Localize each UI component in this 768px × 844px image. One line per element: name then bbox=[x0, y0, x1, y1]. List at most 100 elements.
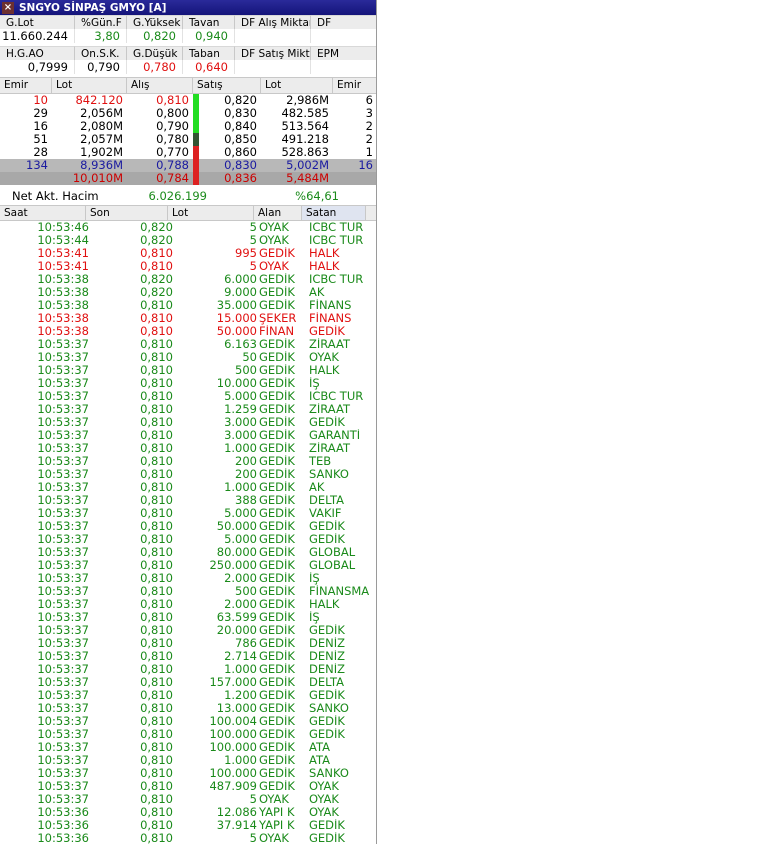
trade-row[interactable]: 10:53:37 0,810 5 OYAK OYAK bbox=[0, 793, 376, 806]
trade-row[interactable]: 10:53:37 0,810 3.000 GEDİK GARANTİ bbox=[0, 429, 376, 442]
trade-row[interactable]: 10:53:38 0,810 35.000 GEDİK FİNANS bbox=[0, 299, 376, 312]
trade-time-cell: 10:53:38 bbox=[37, 273, 89, 286]
trade-seller-cell: TEB bbox=[309, 455, 332, 468]
trade-row[interactable]: 10:53:36 0,810 5 OYAK GEDİK bbox=[0, 832, 376, 844]
trade-price-cell: 0,810 bbox=[140, 572, 173, 585]
trade-row[interactable]: 10:53:37 0,810 786 GEDİK DENİZ bbox=[0, 637, 376, 650]
trade-time-cell: 10:53:37 bbox=[37, 351, 89, 364]
trade-price-cell: 0,810 bbox=[140, 715, 173, 728]
depth-row[interactable]: 134 8,936M 0,788 0,830 5,002M 16 bbox=[0, 159, 376, 172]
depth-row[interactable]: 29 2,056M 0,800 0,830 482.585 3 bbox=[0, 107, 376, 120]
trade-row[interactable]: 10:53:36 0,810 12.086 YAPI K OYAK bbox=[0, 806, 376, 819]
trade-row[interactable]: 10:53:37 0,810 250.000 GEDİK GLOBAL bbox=[0, 559, 376, 572]
trade-lot-cell: 3.000 bbox=[224, 416, 257, 429]
trade-buyer-cell: GEDİK bbox=[259, 273, 295, 286]
depth-ask-cell: 0,836 bbox=[224, 172, 257, 185]
column-header-trade-lot[interactable]: Lot bbox=[168, 206, 254, 220]
column-header-alan[interactable]: Alan bbox=[254, 206, 302, 220]
trade-price-cell: 0,810 bbox=[140, 598, 173, 611]
depth-row[interactable]: 51 2,057M 0,780 0,850 491.218 2 bbox=[0, 133, 376, 146]
trade-row[interactable]: 10:53:37 0,810 20.000 GEDİK GEDİK bbox=[0, 624, 376, 637]
trade-row[interactable]: 10:53:37 0,810 487.909 GEDİK OYAK bbox=[0, 780, 376, 793]
column-header-satis[interactable]: Satış bbox=[193, 78, 261, 93]
trade-row[interactable]: 10:53:44 0,820 5 OYAK ICBC TUR bbox=[0, 234, 376, 247]
trade-row[interactable]: 10:53:37 0,810 2.000 GEDİK HALK bbox=[0, 598, 376, 611]
trade-row[interactable]: 10:53:37 0,810 10.000 GEDİK İŞ bbox=[0, 377, 376, 390]
column-header-son[interactable]: Son bbox=[86, 206, 168, 220]
trade-row[interactable]: 10:53:37 0,810 5.000 GEDİK ICBC TUR bbox=[0, 390, 376, 403]
trade-buyer-cell: GEDİK bbox=[259, 338, 295, 351]
trade-row[interactable]: 10:53:37 0,810 1.000 GEDİK DENİZ bbox=[0, 663, 376, 676]
column-header-emir2[interactable]: Emir bbox=[333, 78, 376, 93]
trade-lot-cell: 6.000 bbox=[224, 273, 257, 286]
close-icon[interactable]: × bbox=[2, 1, 14, 14]
column-header-lot[interactable]: Lot bbox=[52, 78, 127, 93]
trade-row[interactable]: 10:53:37 0,810 100.004 GEDİK GEDİK bbox=[0, 715, 376, 728]
column-header-alis[interactable]: Alış bbox=[127, 78, 193, 93]
trade-lot-cell: 100.004 bbox=[209, 715, 257, 728]
column-header-saat[interactable]: Saat bbox=[0, 206, 86, 220]
value-df-alis bbox=[235, 29, 311, 43]
trade-row[interactable]: 10:53:37 0,810 200 GEDİK TEB bbox=[0, 455, 376, 468]
column-header-lot2[interactable]: Lot bbox=[261, 78, 333, 93]
trade-row[interactable]: 10:53:37 0,810 1.000 GEDİK ATA bbox=[0, 754, 376, 767]
depth-row[interactable]: 10,010M 0,784 0,836 5,484M bbox=[0, 172, 376, 185]
header-hgao: H.G.AO bbox=[0, 46, 75, 60]
title-bar[interactable]: × SNGYO SİNPAŞ GMYO [A] bbox=[0, 0, 376, 15]
trades-header: Saat Son Lot Alan Satan bbox=[0, 205, 376, 221]
trade-row[interactable]: 10:53:37 0,810 500 GEDİK FİNANSMA bbox=[0, 585, 376, 598]
trade-row[interactable]: 10:53:37 0,810 3.000 GEDİK GEDİK bbox=[0, 416, 376, 429]
trade-row[interactable]: 10:53:37 0,810 5.000 GEDİK VAKIF bbox=[0, 507, 376, 520]
trade-row[interactable]: 10:53:37 0,810 100.000 GEDİK ATA bbox=[0, 741, 376, 754]
trade-seller-cell: FİNANS bbox=[309, 299, 352, 312]
value-onsk: 0,790 bbox=[75, 60, 127, 74]
trade-row[interactable]: 10:53:38 0,810 15.000 ŞEKER FİNANS bbox=[0, 312, 376, 325]
trade-time-cell: 10:53:37 bbox=[37, 520, 89, 533]
trade-buyer-cell: GEDİK bbox=[259, 247, 295, 260]
trade-seller-cell: GEDİK bbox=[309, 832, 345, 844]
trade-row[interactable]: 10:53:37 0,810 13.000 GEDİK SANKO bbox=[0, 702, 376, 715]
trade-buyer-cell: GEDİK bbox=[259, 351, 295, 364]
trade-row[interactable]: 10:53:37 0,810 63.599 GEDİK İŞ bbox=[0, 611, 376, 624]
trade-row[interactable]: 10:53:37 0,810 100.000 GEDİK GEDİK bbox=[0, 728, 376, 741]
trade-row[interactable]: 10:53:37 0,810 200 GEDİK SANKO bbox=[0, 468, 376, 481]
trade-row[interactable]: 10:53:36 0,810 37.914 YAPI K GEDİK bbox=[0, 819, 376, 832]
trade-price-cell: 0,810 bbox=[140, 481, 173, 494]
trade-buyer-cell: GEDİK bbox=[259, 286, 295, 299]
trade-row[interactable]: 10:53:37 0,810 50 GEDİK OYAK bbox=[0, 351, 376, 364]
trade-row[interactable]: 10:53:41 0,810 995 GEDİK HALK bbox=[0, 247, 376, 260]
column-header-emir[interactable]: Emir bbox=[0, 78, 52, 93]
trade-price-cell: 0,810 bbox=[140, 780, 173, 793]
depth-emir-cell: 16 bbox=[33, 120, 48, 133]
trade-time-cell: 10:53:37 bbox=[37, 637, 89, 650]
trade-row[interactable]: 10:53:37 0,810 80.000 GEDİK GLOBAL bbox=[0, 546, 376, 559]
trade-seller-cell: ICBC TUR bbox=[309, 390, 364, 403]
trade-row[interactable]: 10:53:37 0,810 388 GEDİK DELTA bbox=[0, 494, 376, 507]
trade-seller-cell: ICBC TUR bbox=[309, 273, 364, 286]
trade-row[interactable]: 10:53:37 0,810 6.163 GEDİK ZİRAAT bbox=[0, 338, 376, 351]
trade-row[interactable]: 10:53:38 0,820 9.000 GEDİK AK bbox=[0, 286, 376, 299]
trade-row[interactable]: 10:53:37 0,810 2.714 GEDİK DENİZ bbox=[0, 650, 376, 663]
depth-row[interactable]: 28 1,902M 0,770 0,860 528.863 1 bbox=[0, 146, 376, 159]
depth-row[interactable]: 10 842.120 0,810 0,820 2,986M 6 bbox=[0, 94, 376, 107]
trade-row[interactable]: 10:53:41 0,810 5 OYAK HALK bbox=[0, 260, 376, 273]
trade-row[interactable]: 10:53:37 0,810 1.259 GEDİK ZİRAAT bbox=[0, 403, 376, 416]
trade-row[interactable]: 10:53:46 0,820 5 OYAK ICBC TUR bbox=[0, 221, 376, 234]
trade-row[interactable]: 10:53:37 0,810 50.000 GEDİK GEDİK bbox=[0, 520, 376, 533]
trade-row[interactable]: 10:53:38 0,820 6.000 GEDİK ICBC TUR bbox=[0, 273, 376, 286]
trade-row[interactable]: 10:53:37 0,810 157.000 GEDİK DELTA bbox=[0, 676, 376, 689]
trade-row[interactable]: 10:53:37 0,810 5.000 GEDİK GEDİK bbox=[0, 533, 376, 546]
column-header-satan[interactable]: Satan bbox=[302, 206, 366, 220]
depth-bid-cell: 0,784 bbox=[156, 172, 189, 185]
trade-row[interactable]: 10:53:37 0,810 1.200 GEDİK GEDİK bbox=[0, 689, 376, 702]
trade-row[interactable]: 10:53:37 0,810 1.000 GEDİK AK bbox=[0, 481, 376, 494]
trade-row[interactable]: 10:53:37 0,810 100.000 GEDİK SANKO bbox=[0, 767, 376, 780]
trade-row[interactable]: 10:53:37 0,810 500 GEDİK HALK bbox=[0, 364, 376, 377]
depth-row[interactable]: 16 2,080M 0,790 0,840 513.564 2 bbox=[0, 120, 376, 133]
trade-row[interactable]: 10:53:37 0,810 1.000 GEDİK ZİRAAT bbox=[0, 442, 376, 455]
depth-ask-cell: 0,840 bbox=[224, 120, 257, 133]
trade-row[interactable]: 10:53:38 0,810 50.000 FİNAN GEDİK bbox=[0, 325, 376, 338]
trade-buyer-cell: GEDİK bbox=[259, 507, 295, 520]
trade-seller-cell: HALK bbox=[309, 364, 340, 377]
trade-row[interactable]: 10:53:37 0,810 2.000 GEDİK İŞ bbox=[0, 572, 376, 585]
